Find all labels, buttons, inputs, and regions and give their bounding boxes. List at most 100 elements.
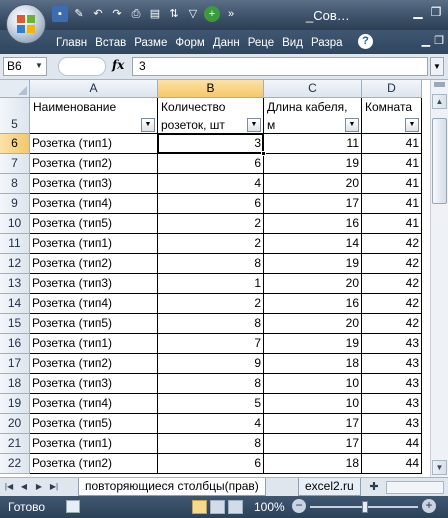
scroll-up-icon[interactable]: ▲ <box>432 94 447 109</box>
restore-icon[interactable]: ❐ <box>428 4 444 20</box>
row-header[interactable]: 16 <box>0 334 30 354</box>
name-cell[interactable]: Розетка (тип2) <box>30 454 158 474</box>
quantity-cell[interactable]: 7 <box>158 334 264 354</box>
horizontal-scrollbar[interactable] <box>386 481 444 494</box>
tab-view[interactable]: Вид <box>278 34 307 52</box>
length-cell[interactable]: 17 <box>264 434 362 454</box>
row-header[interactable]: 18 <box>0 374 30 394</box>
page-layout-view-icon[interactable] <box>210 500 225 514</box>
row-header[interactable]: 7 <box>0 154 30 174</box>
tab-home[interactable]: Главн <box>52 34 91 52</box>
print-icon[interactable]: ▤ <box>147 6 163 22</box>
length-cell[interactable]: 20 <box>264 314 362 334</box>
name-cell[interactable]: Розетка (тип5) <box>30 414 158 434</box>
worksheet-grid[interactable]: A B C D 5 Наименование ▼ Количество розеток, шт… <box>0 80 430 477</box>
row-header[interactable]: 22 <box>0 454 30 474</box>
row-header[interactable]: 6 <box>0 134 30 154</box>
add-icon[interactable]: + <box>204 6 220 22</box>
room-cell[interactable]: 41 <box>362 134 422 154</box>
quantity-cell[interactable]: 4 <box>158 174 264 194</box>
room-cell[interactable]: 42 <box>362 254 422 274</box>
length-cell[interactable]: 19 <box>264 334 362 354</box>
quantity-cell[interactable]: 8 <box>158 314 264 334</box>
tab-review[interactable]: Реце <box>244 34 278 52</box>
room-cell[interactable]: 42 <box>362 274 422 294</box>
length-cell[interactable]: 19 <box>264 254 362 274</box>
room-cell[interactable]: 43 <box>362 354 422 374</box>
room-cell[interactable]: 41 <box>362 174 422 194</box>
zoom-level[interactable]: 100% <box>254 500 285 514</box>
column-header-b[interactable]: B <box>158 80 264 98</box>
quantity-cell[interactable]: 9 <box>158 354 264 374</box>
room-cell[interactable]: 44 <box>362 454 422 474</box>
fill-handle[interactable] <box>261 151 266 156</box>
row-header[interactable]: 20 <box>0 414 30 434</box>
formula-bar-handle[interactable] <box>58 57 106 76</box>
quantity-cell[interactable]: 1 <box>158 274 264 294</box>
length-cell[interactable]: 17 <box>264 414 362 434</box>
length-cell[interactable]: 16 <box>264 214 362 234</box>
page-break-view-icon[interactable] <box>228 500 243 514</box>
chevron-down-icon[interactable]: ▼ <box>35 57 43 74</box>
room-cell[interactable]: 43 <box>362 374 422 394</box>
name-cell[interactable]: Розетка (тип3) <box>30 274 158 294</box>
row-header[interactable]: 12 <box>0 254 30 274</box>
quantity-cell[interactable]: 6 <box>158 454 264 474</box>
workbook-restore-icon[interactable]: ❐ <box>434 34 444 47</box>
insert-function-button[interactable]: fx <box>112 58 124 72</box>
name-cell[interactable]: Розетка (тип1) <box>30 134 158 154</box>
name-cell[interactable]: Розетка (тип5) <box>30 214 158 234</box>
room-cell[interactable]: 42 <box>362 294 422 314</box>
length-cell[interactable]: 20 <box>264 274 362 294</box>
filter-dropdown-icon[interactable]: ▼ <box>141 118 155 132</box>
tab-page-layout[interactable]: Разме <box>130 34 171 52</box>
length-cell[interactable]: 18 <box>264 454 362 474</box>
column-header-d[interactable]: D <box>362 80 422 98</box>
row-header[interactable]: 5 <box>0 98 30 134</box>
sort-icon[interactable]: ⇅ <box>166 6 182 22</box>
expand-formula-bar-icon[interactable]: ▼ <box>430 57 444 76</box>
redo-icon[interactable]: ↷ <box>109 6 125 22</box>
row-header[interactable]: 14 <box>0 294 30 314</box>
length-cell[interactable]: 14 <box>264 234 362 254</box>
prev-sheet-icon[interactable]: ◀ <box>17 480 31 494</box>
insert-sheet-icon[interactable]: ✚ <box>366 480 382 494</box>
scroll-thumb[interactable] <box>432 118 447 204</box>
last-sheet-icon[interactable]: ▶| <box>47 480 61 494</box>
name-cell[interactable]: Розетка (тип3) <box>30 174 158 194</box>
save-icon[interactable]: ▪ <box>52 6 68 22</box>
room-cell[interactable]: 41 <box>362 194 422 214</box>
quantity-cell[interactable]: 2 <box>158 214 264 234</box>
name-cell[interactable]: Розетка (тип2) <box>30 254 158 274</box>
workbook-minimize-icon[interactable]: ▁ <box>422 34 430 47</box>
length-cell[interactable]: 10 <box>264 374 362 394</box>
tab-insert[interactable]: Встав <box>91 34 130 52</box>
normal-view-icon[interactable] <box>192 500 207 514</box>
tab-data[interactable]: Данн <box>209 34 244 52</box>
next-sheet-icon[interactable]: ▶ <box>32 480 46 494</box>
zoom-out-button[interactable]: − <box>292 499 306 513</box>
customize-qat-icon[interactable]: » <box>223 6 239 22</box>
room-cell[interactable]: 43 <box>362 334 422 354</box>
quantity-cell[interactable]: 2 <box>158 294 264 314</box>
row-header[interactable]: 19 <box>0 394 30 414</box>
undo-icon[interactable]: ↶ <box>90 6 106 22</box>
column-header-c[interactable]: C <box>264 80 362 98</box>
name-cell[interactable]: Розетка (тип1) <box>30 234 158 254</box>
filter-dropdown-icon[interactable]: ▼ <box>345 118 359 132</box>
filter-icon[interactable]: ▽ <box>185 6 201 22</box>
length-cell[interactable]: 16 <box>264 294 362 314</box>
tab-formulas[interactable]: Форм <box>171 34 208 52</box>
row-header[interactable]: 21 <box>0 434 30 454</box>
length-cell[interactable]: 11 <box>264 134 362 154</box>
quantity-cell[interactable]: 2 <box>158 234 264 254</box>
quantity-cell[interactable]: 8 <box>158 374 264 394</box>
filter-dropdown-icon[interactable]: ▼ <box>247 118 261 132</box>
print-preview-icon[interactable]: ⎙ <box>128 6 144 22</box>
name-cell[interactable]: Розетка (тип3) <box>30 374 158 394</box>
length-cell[interactable]: 19 <box>264 154 362 174</box>
scroll-down-icon[interactable]: ▼ <box>432 460 447 475</box>
sheet-tab-active[interactable]: повторяющиеся столбцы(прав) <box>78 478 266 496</box>
macro-record-icon[interactable] <box>66 500 80 513</box>
room-cell[interactable]: 41 <box>362 214 422 234</box>
